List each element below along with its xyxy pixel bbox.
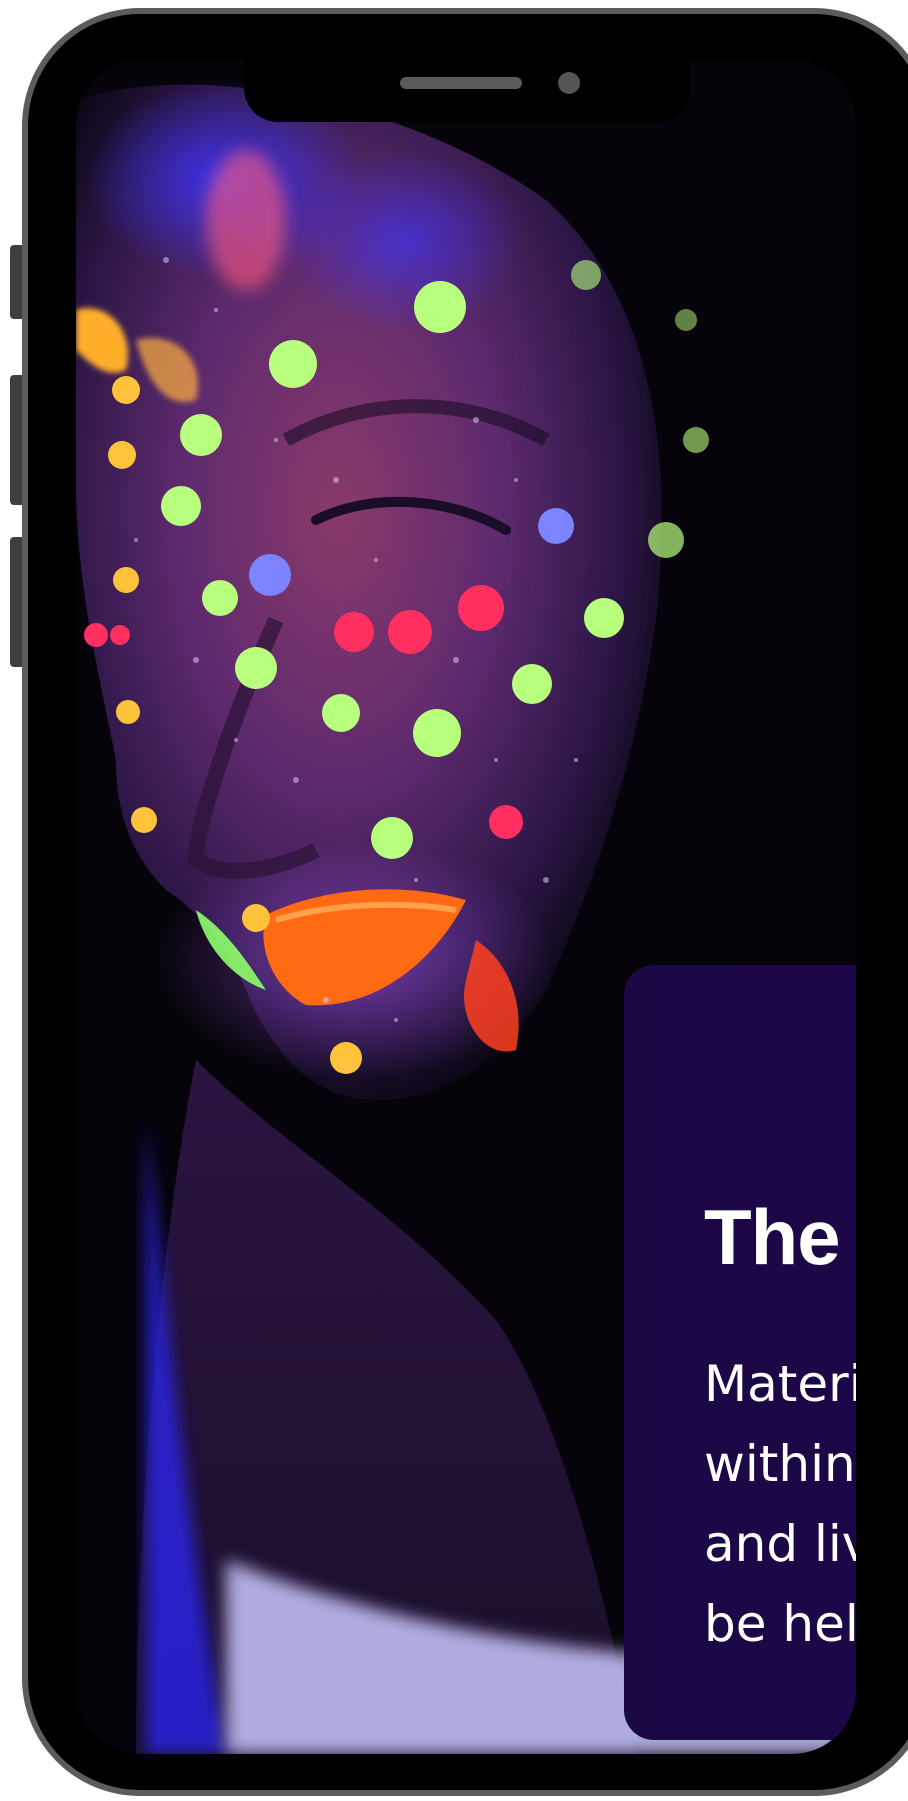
phone-screen: The Ses Materials ar within the x and li… xyxy=(76,60,856,1754)
card-body: Materials ar within the x and live disc … xyxy=(704,1344,856,1664)
card-title: The Ses xyxy=(704,1193,856,1281)
card-body-line: Materials ar xyxy=(704,1355,856,1413)
page: The Ses Materials ar within the x and li… xyxy=(0,0,908,1801)
phone-notch xyxy=(244,60,690,122)
card-body-line: and live disc xyxy=(704,1515,856,1573)
speaker-icon xyxy=(400,77,522,89)
card-body-line: be held on Z xyxy=(704,1595,856,1653)
info-card: The Ses Materials ar within the x and li… xyxy=(624,965,856,1740)
card-body-line: within the x xyxy=(704,1435,856,1493)
camera-icon xyxy=(558,72,580,94)
